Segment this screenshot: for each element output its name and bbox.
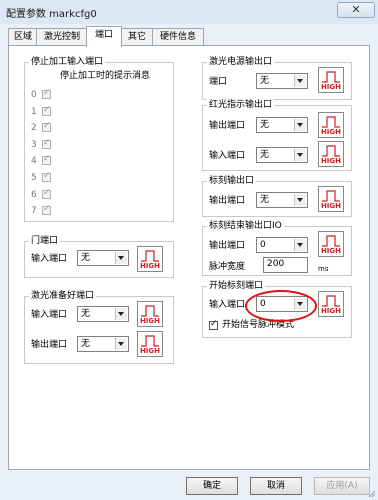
pulse-wave-icon (322, 235, 340, 247)
stop-input-checkbox[interactable] (42, 138, 51, 149)
red-input-label: 输入端口 (209, 151, 246, 161)
red-light-title: 红光指示输出口 (207, 99, 275, 111)
power-port-label: 端口 (209, 77, 228, 87)
stop-input-number: 5 (31, 173, 37, 183)
start-mark-title: 开始标刻端口 (207, 280, 266, 292)
pulse-wave-icon (322, 190, 340, 202)
tab-area[interactable]: 区域 (8, 28, 38, 46)
pulse-width-label: 脉冲宽度 (209, 262, 246, 272)
ready-output-select[interactable]: 无 (77, 336, 129, 352)
laser-ready-title: 激光准备好端口 (29, 290, 97, 302)
red-input-high-button[interactable]: HIGH (318, 141, 344, 167)
tab-hardware-info[interactable]: 硬件信息 (152, 28, 204, 46)
resize-grip-icon[interactable] (368, 490, 376, 498)
ready-input-label: 输入端口 (31, 310, 68, 320)
high-label: HIGH (320, 247, 342, 255)
door-input-label: 输入端口 (31, 254, 68, 264)
mark-output-title: 标刻输出口 (207, 175, 257, 187)
pulse-wave-icon (141, 305, 159, 317)
ok-button[interactable]: 确定 (186, 477, 238, 495)
pulse-wave-icon (141, 250, 159, 262)
mark-end-output-select[interactable]: 0 (256, 237, 308, 253)
chevron-down-icon (115, 252, 127, 264)
pulse-width-unit: ms (318, 265, 329, 273)
door-port-title: 门端口 (29, 235, 61, 247)
stop-input-checkbox[interactable] (42, 188, 51, 199)
stop-input-checkbox[interactable] (42, 88, 51, 99)
highlight-annotation (245, 290, 317, 322)
cancel-button[interactable]: 取消 (250, 477, 302, 495)
mark-output-label: 输出端口 (209, 196, 246, 206)
red-output-select[interactable]: 无 (256, 117, 308, 133)
tab-ports[interactable]: 端口 (86, 26, 122, 47)
mark-end-title: 标刻结束输出口IO (207, 220, 284, 232)
mark-end-high-button[interactable]: HIGH (318, 231, 344, 257)
start-input-high-button[interactable]: HIGH (318, 291, 344, 317)
pulse-wave-icon (322, 71, 340, 83)
pulse-wave-icon (322, 116, 340, 128)
pulse-wave-icon (322, 145, 340, 157)
close-icon: ✕ (351, 3, 361, 16)
stop-input-number: 1 (31, 106, 37, 117)
red-input-select[interactable]: 无 (256, 147, 308, 163)
high-label: HIGH (320, 157, 342, 165)
high-label: HIGH (320, 128, 342, 136)
tab-other[interactable]: 其它 (120, 28, 154, 46)
stop-hint-label: 停止加工时的提示消息 (60, 71, 151, 81)
chevron-down-icon (115, 308, 127, 320)
stop-input-title: 停止加工输入端口 (29, 56, 106, 68)
stop-input-number: 3 (31, 139, 37, 150)
red-output-high-button[interactable]: HIGH (318, 112, 344, 138)
pulse-wave-icon (322, 295, 340, 307)
tab-laser-control[interactable]: 激光控制 (36, 28, 88, 46)
apply-button[interactable]: 应用(A) (314, 477, 370, 495)
stop-input-number: 4 (31, 156, 37, 167)
high-label: HIGH (139, 347, 161, 355)
high-label: HIGH (320, 202, 342, 210)
stop-input-checkbox[interactable] (42, 154, 51, 166)
high-label: HIGH (320, 83, 342, 91)
ready-output-label: 输出端口 (31, 340, 68, 350)
ready-output-high-button[interactable]: HIGH (137, 331, 163, 357)
stop-input-number: 2 (31, 123, 37, 134)
window-title: 配置参数 markcfg0 (6, 9, 97, 20)
laser-power-title: 激光电源输出口 (207, 56, 275, 68)
pulse-wave-icon (141, 335, 159, 347)
chevron-down-icon (294, 119, 306, 131)
stop-input-checkbox[interactable] (42, 171, 51, 182)
chevron-down-icon (294, 239, 306, 251)
door-input-select[interactable]: 无 (77, 250, 129, 266)
mark-end-output-label: 输出端口 (209, 241, 246, 251)
pulse-mode-checkbox[interactable] (209, 319, 218, 330)
stop-input-number: 7 (31, 206, 37, 217)
close-button[interactable]: ✕ (337, 2, 375, 18)
power-port-select[interactable]: 无 (256, 73, 308, 89)
ready-input-select[interactable]: 无 (77, 306, 129, 322)
stop-input-checkbox[interactable] (42, 121, 51, 133)
pulse-width-input[interactable]: 200 (263, 257, 308, 273)
chevron-down-icon (115, 338, 127, 350)
mark-output-select[interactable]: 无 (256, 192, 308, 208)
stop-input-number: 0 (31, 90, 37, 100)
stop-input-checkbox[interactable] (42, 105, 51, 116)
chevron-down-icon (294, 75, 306, 87)
mark-output-high-button[interactable]: HIGH (318, 186, 344, 212)
power-high-button[interactable]: HIGH (318, 67, 344, 93)
high-label: HIGH (139, 262, 161, 270)
red-output-label: 输出端口 (209, 121, 246, 131)
high-label: HIGH (320, 307, 342, 315)
start-input-label: 输入端口 (209, 300, 246, 310)
ready-input-high-button[interactable]: HIGH (137, 301, 163, 327)
chevron-down-icon (294, 194, 306, 206)
stop-input-checkbox[interactable] (42, 204, 51, 216)
high-label: HIGH (139, 317, 161, 325)
door-high-button[interactable]: HIGH (137, 246, 163, 272)
stop-input-number: 6 (31, 189, 37, 200)
chevron-down-icon (294, 149, 306, 161)
